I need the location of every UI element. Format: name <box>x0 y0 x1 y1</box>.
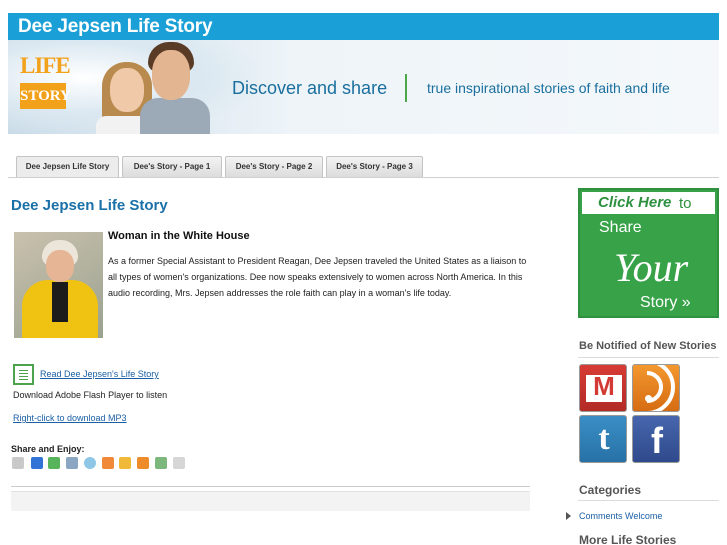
dee-jepsen-portrait <box>14 232 103 338</box>
categories-divider <box>578 500 719 501</box>
tagline-left: Discover and share <box>232 78 388 98</box>
netvibes-icon[interactable] <box>48 457 60 469</box>
tabs-underline <box>8 177 719 178</box>
content-divider <box>11 486 530 487</box>
site-title[interactable]: Dee Jepsen Life Story <box>18 16 213 38</box>
category-link[interactable]: Comments Welcome <box>579 511 662 521</box>
download-mp3-link[interactable]: Right-click to download MP3 <box>13 413 127 423</box>
logo-story-text: STORY <box>20 83 71 109</box>
notify-heading: Be Notified of New Stories <box>579 340 717 352</box>
more-stories-heading: More Life Stories <box>579 533 677 545</box>
categories-heading: Categories <box>579 483 642 497</box>
share-heading: Share and Enjoy: <box>11 444 85 454</box>
cta-your: Your <box>614 245 689 290</box>
rss-feed-icon[interactable] <box>632 364 680 412</box>
cta-story: Story » <box>640 294 691 311</box>
blinklist-icon[interactable] <box>84 457 96 469</box>
tab-life-story[interactable]: Dee Jepsen Life Story <box>16 156 119 177</box>
rss-icon[interactable] <box>102 457 114 469</box>
dzone-icon[interactable] <box>66 457 78 469</box>
cta-click-here: Click Here <box>598 194 672 211</box>
cta-share: Share <box>599 219 642 236</box>
wordpress-icon[interactable] <box>119 457 131 469</box>
share-your-story-button[interactable]: Click Here to Share Your Story » <box>578 188 719 318</box>
tagline-right: true inspirational stories of faith and … <box>427 80 670 96</box>
content-footer-band <box>11 491 530 511</box>
document-icon[interactable] <box>13 364 34 385</box>
tab-page-3[interactable]: Dee's Story - Page 3 <box>326 156 423 177</box>
gmail-icon[interactable]: M <box>579 364 627 412</box>
bird-icon[interactable] <box>173 457 185 469</box>
cta-to: to <box>679 195 692 212</box>
banner-photo <box>96 40 216 134</box>
story-heading: Woman in the White House <box>108 230 250 242</box>
story-description: As a former Special Assistant to Preside… <box>108 256 527 298</box>
facebook-icon[interactable]: f <box>632 415 680 463</box>
tab-page-1[interactable]: Dee's Story - Page 1 <box>122 156 222 177</box>
tab-page-2[interactable]: Dee's Story - Page 2 <box>225 156 323 177</box>
notify-divider <box>578 357 719 358</box>
life-story-logo[interactable]: LIFE STORY <box>20 53 71 111</box>
hero-banner: LIFE STORY Discover and share true inspi… <box>8 40 719 134</box>
logo-life-text: LIFE <box>20 53 71 78</box>
print-icon[interactable] <box>12 457 24 469</box>
bullet-arrow-icon <box>566 512 571 520</box>
blogger-icon[interactable] <box>137 457 149 469</box>
read-story-link[interactable]: Read Dee Jepsen's Life Story <box>40 369 159 379</box>
site-header-bar: Dee Jepsen Life Story <box>8 13 719 40</box>
delicious-icon[interactable] <box>31 457 43 469</box>
twitter-icon[interactable]: t <box>579 415 627 463</box>
tagline-divider <box>405 74 407 102</box>
page-title: Dee Jepsen Life Story <box>11 197 168 214</box>
newsvine-icon[interactable] <box>155 457 167 469</box>
flash-player-notice: Download Adobe Flash Player to listen <box>13 390 168 400</box>
